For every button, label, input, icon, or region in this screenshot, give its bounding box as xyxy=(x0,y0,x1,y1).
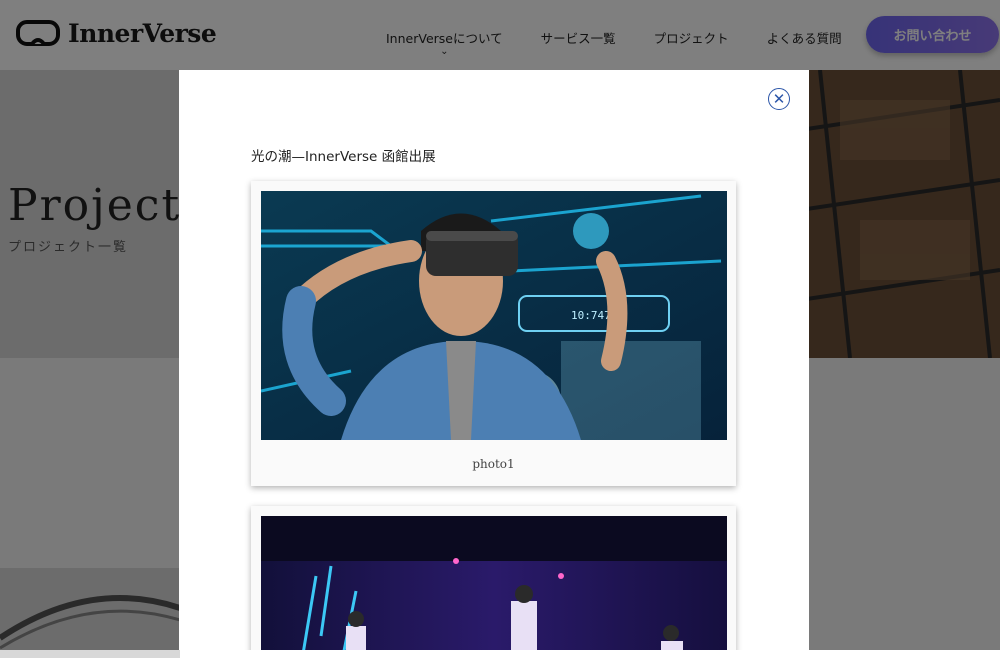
photo-caption: photo1 xyxy=(472,457,515,471)
modal-title: 光の潮—InnerVerse 函館出展 xyxy=(251,149,436,165)
vr-event-scene-image xyxy=(261,516,727,650)
project-modal: ✕ 光の潮—InnerVerse 函館出展 10:74732 photo1 xyxy=(179,70,809,650)
photo-card: 10:74732 photo1 xyxy=(251,181,736,486)
close-icon[interactable]: ✕ xyxy=(768,88,790,110)
vr-user-photo: 10:74732 xyxy=(261,191,727,440)
vr-event-photo xyxy=(261,516,727,650)
photo-card xyxy=(251,506,736,650)
vr-headset-person-image: 10:74732 xyxy=(261,191,727,440)
